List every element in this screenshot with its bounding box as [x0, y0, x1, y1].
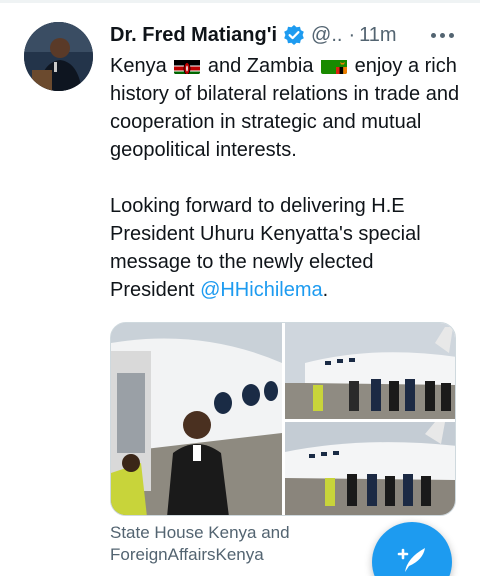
- user-handle[interactable]: @..: [311, 24, 342, 47]
- tweet-paragraph-2: Looking forward to delivering H.E Presid…: [110, 192, 460, 304]
- display-name[interactable]: Dr. Fred Matiang'i: [110, 24, 277, 47]
- mention-link[interactable]: @HHichilema: [200, 279, 323, 301]
- tweet-paragraph-1: Kenya and Zambia enjoy a rich history of…: [110, 52, 460, 164]
- zambia-flag-icon: [321, 57, 348, 74]
- text-and-zambia: and Zambia: [207, 55, 314, 77]
- photo-1[interactable]: [111, 323, 282, 515]
- verified-badge-icon: [283, 24, 305, 46]
- media-credit: State House Kenya and ForeignAffairsKeny…: [110, 523, 290, 564]
- more-options-icon[interactable]: [431, 20, 454, 50]
- separator-dot: ·: [348, 23, 356, 46]
- text-period: .: [322, 279, 329, 301]
- avatar[interactable]: [24, 22, 93, 91]
- compose-tweet-icon: [395, 544, 429, 576]
- kenya-flag-icon: [174, 57, 201, 74]
- photo-3[interactable]: [285, 422, 455, 515]
- text-kenya: Kenya: [110, 55, 167, 77]
- tweet-text: Kenya and Zambia enjoy a rich history of…: [110, 52, 460, 304]
- photo-2[interactable]: [285, 323, 455, 419]
- tweet-timestamp[interactable]: 11m: [359, 24, 396, 47]
- tweet-header: Dr. Fred Matiang'i @.. · 11m: [110, 20, 460, 50]
- top-divider: [0, 0, 480, 3]
- media-grid: [110, 322, 456, 516]
- compose-tweet-button[interactable]: [372, 522, 452, 576]
